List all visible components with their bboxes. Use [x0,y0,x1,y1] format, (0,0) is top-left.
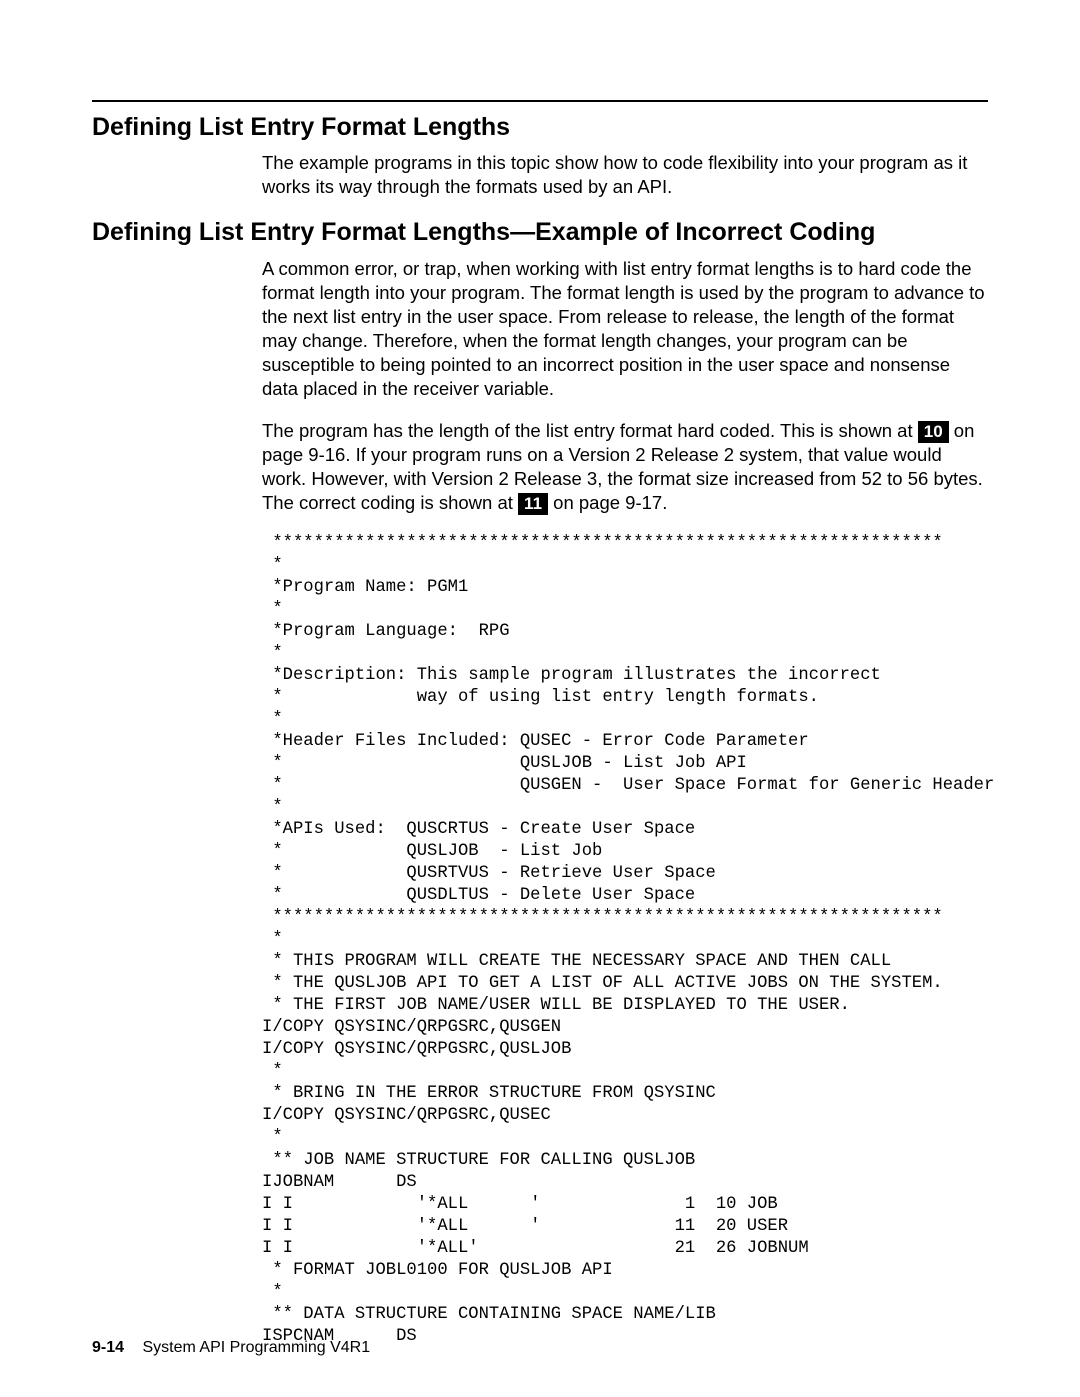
section-2-para-1: A common error, or trap, when working wi… [262,257,988,401]
section-2-heading: Defining List Entry Format Lengths—Examp… [92,217,988,248]
footer: 9-14 System API Programming V4R1 [92,1339,370,1357]
section-1-body: The example programs in this topic show … [262,151,988,199]
para2-text-3: on page 9-17. [548,492,667,513]
section-1-heading: Defining List Entry Format Lengths [92,112,988,143]
page: Defining List Entry Format Lengths The e… [0,0,1080,1397]
section-2-body: A common error, or trap, when working wi… [262,257,988,515]
top-rule [92,100,988,102]
section-1-para-1: The example programs in this topic show … [262,151,988,199]
code-listing: ****************************************… [262,533,988,1348]
callout-10: 10 [918,421,949,443]
para2-text-1: The program has the length of the list e… [262,420,918,441]
page-number: 9-14 [92,1339,124,1356]
section-2-para-2: The program has the length of the list e… [262,419,988,515]
callout-11: 11 [518,493,548,515]
doc-title: System API Programming V4R1 [142,1339,370,1356]
